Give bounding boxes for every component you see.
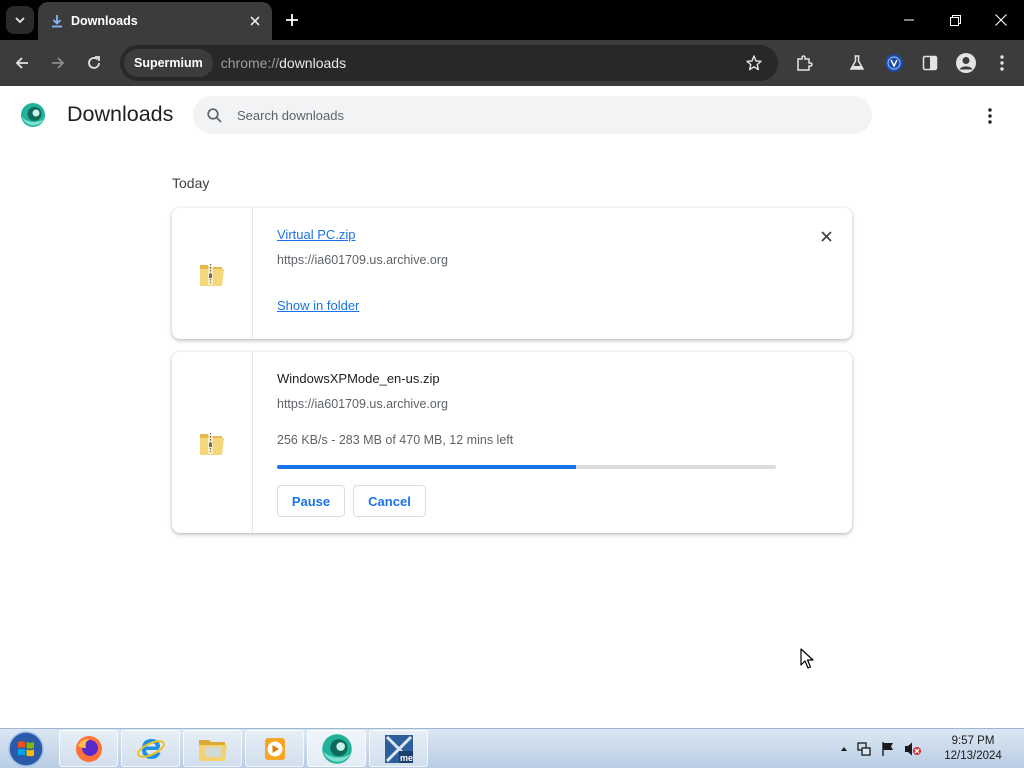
remove-from-list-button[interactable] — [816, 226, 836, 246]
new-tab-button[interactable] — [280, 8, 304, 32]
labs-button[interactable] — [843, 49, 871, 77]
back-button[interactable] — [8, 49, 36, 77]
plus-icon — [286, 14, 298, 26]
reload-button[interactable] — [80, 49, 108, 77]
browser-menu-button[interactable] — [988, 49, 1016, 77]
zip-folder-icon — [200, 431, 224, 455]
side-panel-icon — [922, 55, 938, 71]
forward-button[interactable] — [44, 49, 72, 77]
minimize-button[interactable] — [886, 0, 932, 40]
browser-chip[interactable]: Supermium — [124, 49, 213, 77]
star-icon — [746, 55, 762, 71]
source-url: https://ia601709.us.archive.org — [277, 397, 448, 411]
media-player-icon — [264, 737, 285, 760]
firefox-icon — [75, 735, 102, 762]
supermium-logo-icon — [20, 102, 46, 128]
tab-search-button[interactable] — [6, 6, 34, 34]
file-name: WindowsXPMode_en-us.zip — [277, 371, 440, 386]
extension-badge-icon — [885, 54, 903, 72]
restore-icon — [949, 14, 961, 26]
puzzle-icon — [797, 55, 813, 71]
search-icon — [205, 106, 223, 124]
more-vert-icon — [988, 108, 992, 124]
clock-time: 9:57 PM — [951, 735, 995, 747]
arrow-left-icon — [15, 57, 28, 69]
arrow-right-icon — [52, 57, 65, 69]
file-icon-column — [172, 208, 253, 339]
mouse-cursor-icon — [800, 648, 816, 675]
download-item: Virtual PC.zip https://ia601709.us.archi… — [172, 208, 852, 339]
internet-explorer-icon — [136, 738, 165, 759]
tab-downloads[interactable]: Downloads — [38, 2, 272, 40]
avatar-icon — [956, 53, 976, 73]
download-progress-bar — [277, 465, 776, 469]
taskbar-media-player[interactable] — [245, 730, 304, 767]
taskbar-file-explorer[interactable] — [183, 730, 242, 767]
tab-strip: Downloads — [0, 0, 1024, 40]
file-icon-column — [172, 352, 253, 533]
cancel-button[interactable]: Cancel — [353, 485, 426, 517]
taskbar-supermium[interactable] — [307, 730, 366, 767]
download-icon — [50, 13, 64, 29]
profile-button[interactable] — [952, 49, 980, 77]
pause-button[interactable]: Pause — [277, 485, 345, 517]
more-vert-icon — [1000, 55, 1004, 71]
restore-button[interactable] — [932, 0, 978, 40]
clock-date: 12/13/2024 — [944, 750, 1002, 762]
extensions-button[interactable] — [790, 49, 818, 77]
tab-title: Downloads — [71, 14, 138, 28]
close-icon — [820, 230, 832, 242]
download-details: Virtual PC.zip https://ia601709.us.archi… — [277, 208, 832, 339]
show-hidden-icons-icon[interactable] — [840, 746, 848, 752]
bookmark-button[interactable] — [740, 49, 768, 77]
minimize-icon — [904, 19, 914, 21]
progress-fill — [277, 465, 577, 469]
search-input[interactable] — [237, 107, 797, 123]
download-item: WindowsXPMode_en-us.zip https://ia601709… — [172, 352, 852, 533]
close-window-button[interactable] — [978, 0, 1024, 40]
download-status: 256 KB/s - 283 MB of 470 MB, 12 mins lef… — [277, 433, 514, 447]
page-title: Downloads — [67, 102, 174, 126]
search-box[interactable] — [193, 96, 872, 134]
reload-icon — [88, 56, 100, 69]
taskbar-firefox[interactable] — [59, 730, 118, 767]
taskbar: me 9:57 PM 12/13/2024 — [0, 728, 1024, 768]
supermium-icon — [321, 733, 352, 764]
show-in-folder-link[interactable]: Show in folder — [277, 298, 359, 313]
network-icon[interactable] — [856, 741, 872, 757]
date-group-label: Today — [172, 175, 210, 191]
file-name-link[interactable]: Virtual PC.zip — [277, 227, 356, 242]
page-more-actions-button[interactable] — [978, 104, 1002, 128]
start-button[interactable] — [6, 730, 46, 768]
taskbar-virtual-pc[interactable]: me — [369, 730, 428, 767]
extension-button[interactable] — [880, 49, 908, 77]
volume-muted-icon[interactable] — [904, 741, 922, 757]
tab-close-button[interactable] — [244, 10, 266, 32]
downloads-header: Downloads — [0, 86, 1024, 146]
browser-toolbar: Supermium chrome://downloads — [0, 40, 1024, 86]
action-center-flag-icon[interactable] — [880, 741, 896, 757]
close-icon — [995, 14, 1007, 26]
windows-start-icon — [8, 731, 44, 767]
side-panel-button[interactable] — [916, 49, 944, 77]
flask-icon — [849, 55, 865, 70]
address-bar[interactable]: Supermium chrome://downloads — [120, 45, 778, 81]
source-url: https://ia601709.us.archive.org — [277, 253, 448, 267]
svg-text:me: me — [400, 753, 413, 763]
taskbar-internet-explorer[interactable] — [121, 730, 180, 767]
taskbar-clock[interactable]: 9:57 PM 12/13/2024 — [940, 734, 1006, 764]
system-tray — [840, 737, 922, 761]
close-icon — [250, 16, 260, 26]
zip-folder-icon — [200, 262, 224, 286]
download-details: WindowsXPMode_en-us.zip https://ia601709… — [277, 352, 832, 533]
chevron-down-icon — [15, 17, 25, 23]
virtual-pc-icon: me — [384, 734, 413, 763]
url-text: chrome://downloads — [220, 55, 347, 71]
folder-icon — [198, 739, 227, 761]
